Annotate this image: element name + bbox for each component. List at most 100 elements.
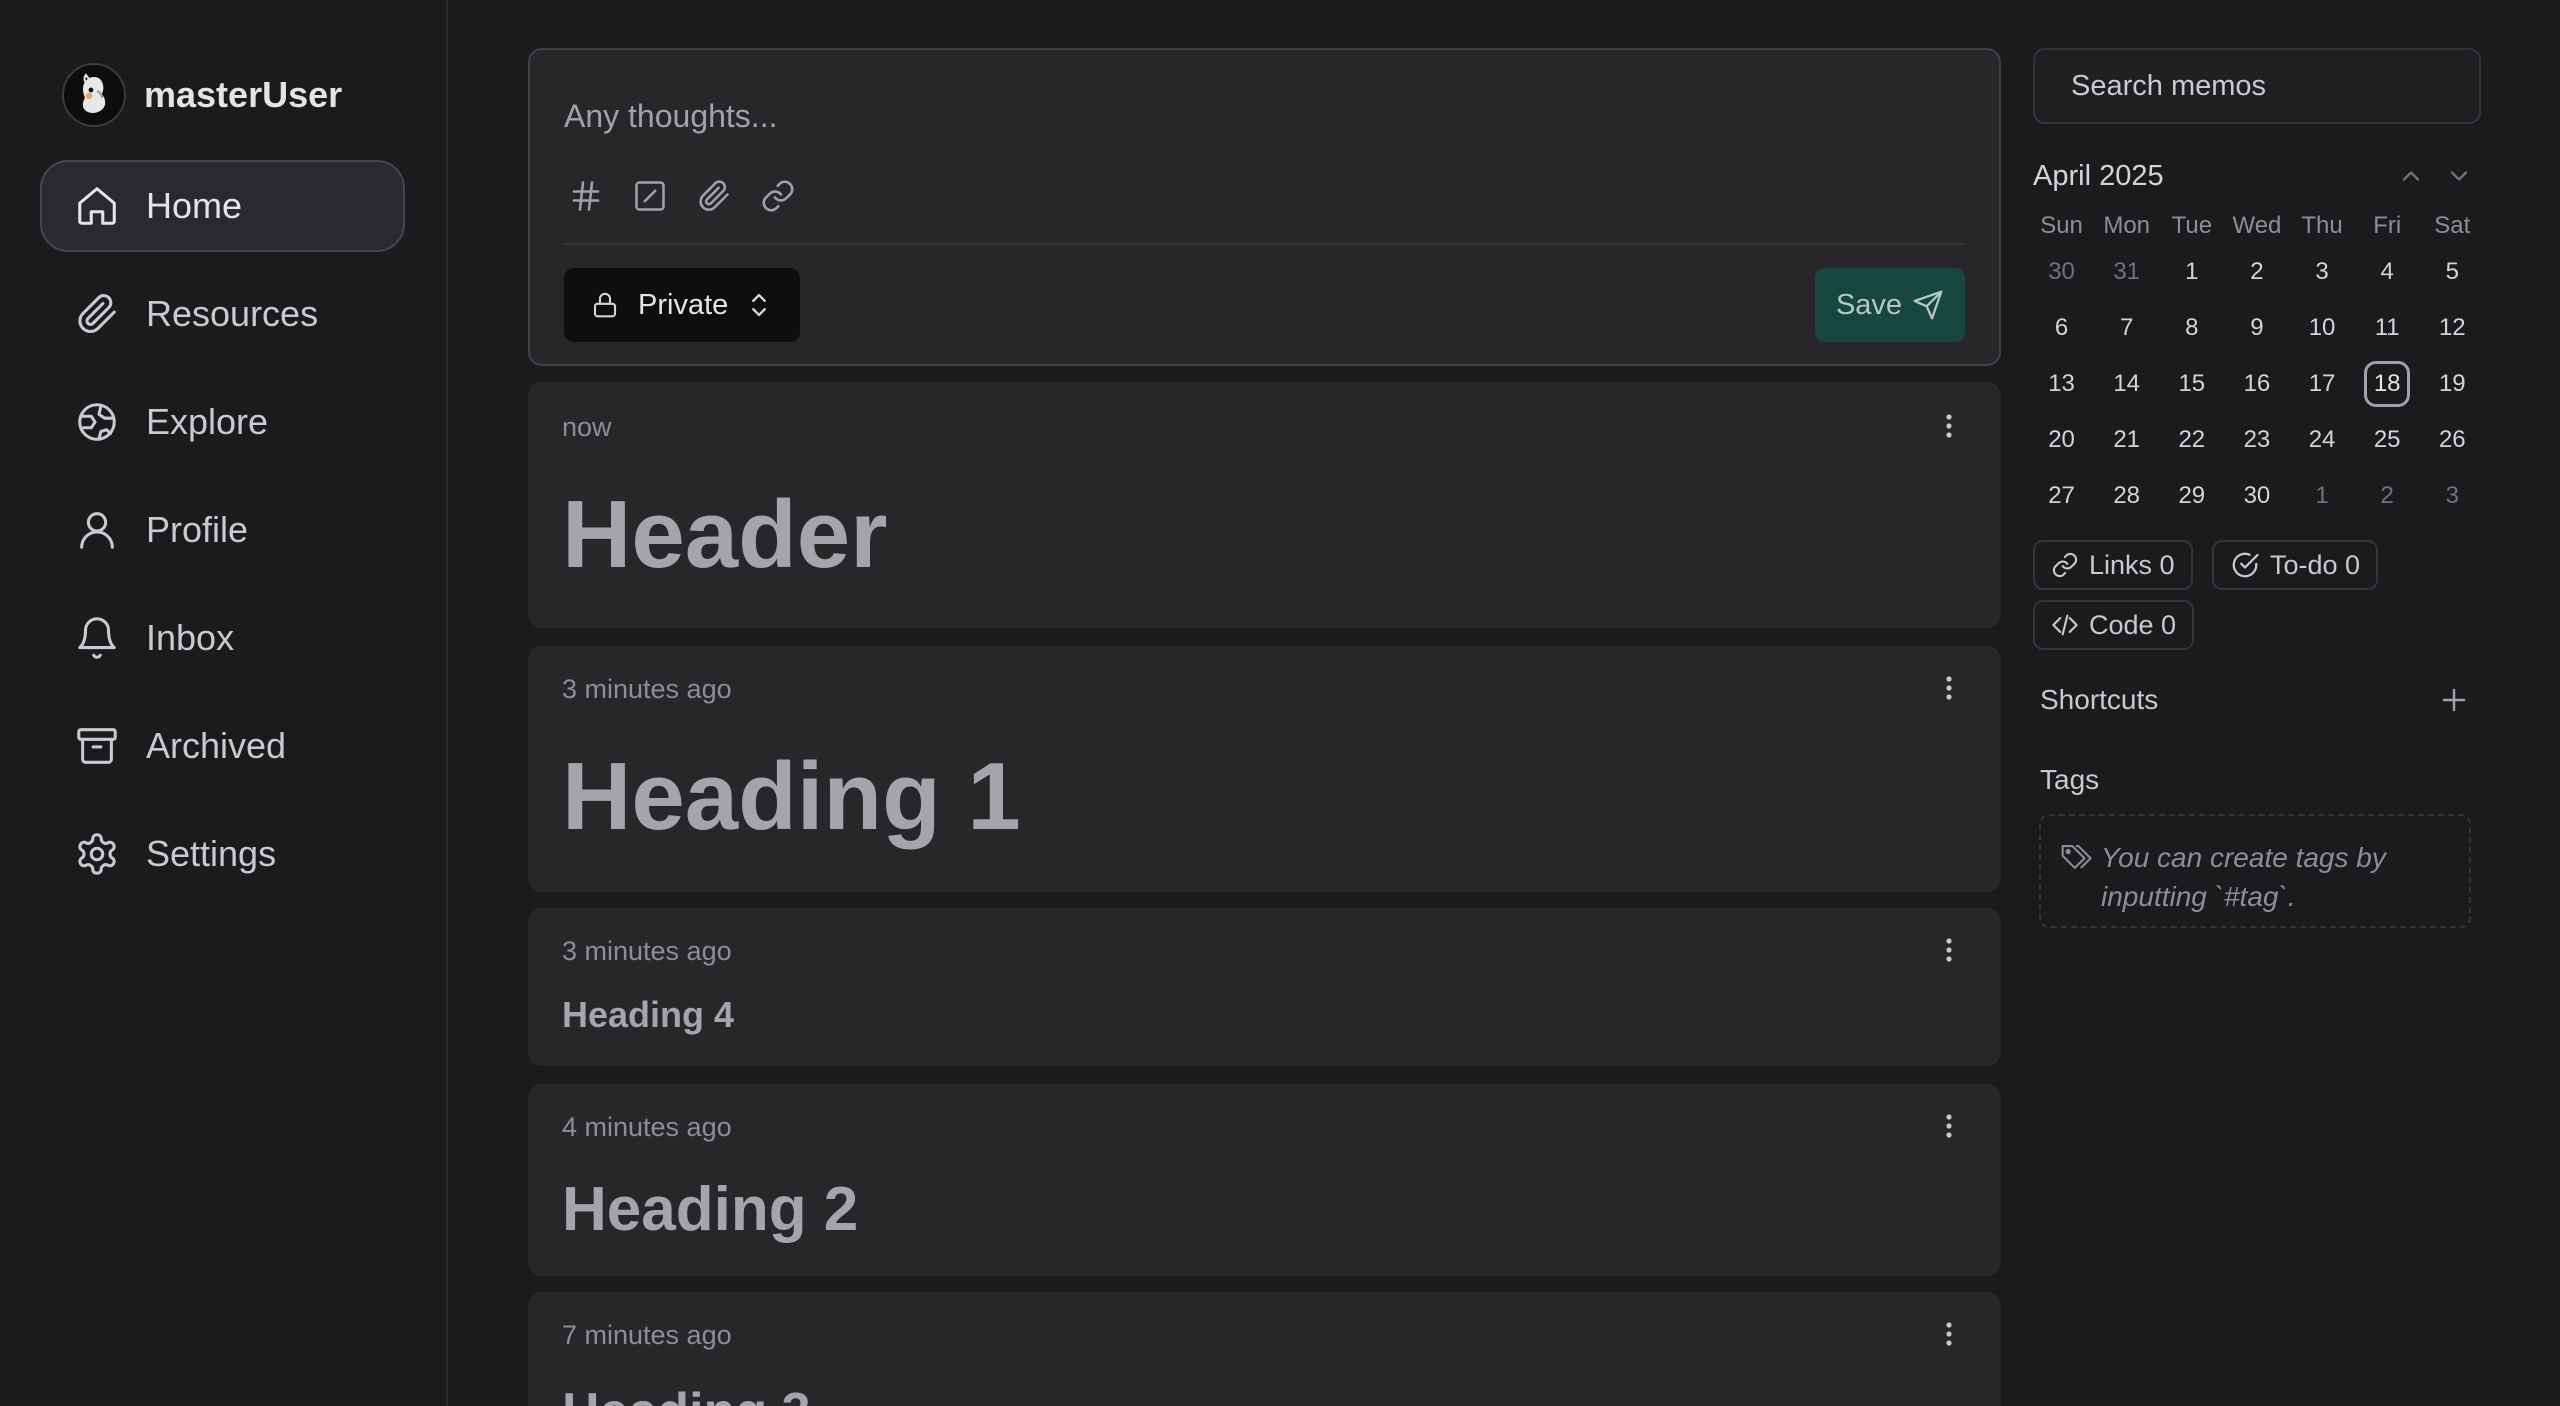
search-box xyxy=(2033,48,2481,124)
calendar-day-number: 12 xyxy=(2438,314,2466,341)
calendar-day[interactable]: 1 xyxy=(2290,468,2355,524)
calendar-day[interactable]: 9 xyxy=(2224,300,2289,356)
sidebar-item-settings[interactable]: Settings xyxy=(40,808,405,900)
search-input[interactable] xyxy=(2071,69,2448,103)
calendar-day[interactable]: 19 xyxy=(2420,356,2485,412)
calendar-day-number: 27 xyxy=(2048,482,2075,509)
calendar-day-number: 2 xyxy=(2380,482,2394,509)
visibility-label: Private xyxy=(638,288,729,321)
paperclip-icon[interactable] xyxy=(692,174,736,218)
save-button[interactable]: Save xyxy=(1815,268,1965,342)
calendar-day[interactable]: 21 xyxy=(2094,412,2159,468)
calendar-day-number: 11 xyxy=(2374,314,2400,341)
calendar-day[interactable]: 28 xyxy=(2094,468,2159,524)
username: masterUser xyxy=(144,74,343,115)
calendar-day-number: 29 xyxy=(2178,482,2206,509)
memo-card: 3 minutes ago Heading 1 xyxy=(528,646,2001,892)
calendar-day[interactable]: 12 xyxy=(2420,300,2485,356)
calendar-day[interactable]: 27 xyxy=(2029,468,2094,524)
plus-icon[interactable] xyxy=(2436,682,2472,718)
calendar-day[interactable]: 7 xyxy=(2094,300,2159,356)
hash-icon[interactable] xyxy=(564,174,608,218)
links-filter[interactable]: Links 0 xyxy=(2033,540,2193,590)
more-vertical-icon[interactable] xyxy=(1937,406,1961,446)
sidebar-item-resources[interactable]: Resources xyxy=(40,268,405,360)
calendar-day[interactable]: 4 xyxy=(2355,244,2420,300)
calendar-day[interactable]: 6 xyxy=(2029,300,2094,356)
calendar-day[interactable]: 2 xyxy=(2224,244,2289,300)
sidebar-item-label: Archived xyxy=(146,725,287,766)
more-vertical-icon[interactable] xyxy=(1937,1106,1961,1146)
tags-label: Tags xyxy=(2040,764,2100,795)
calendar-day[interactable]: 23 xyxy=(2224,412,2289,468)
weekday-label: Wed xyxy=(2232,212,2282,239)
calendar-day-number: 24 xyxy=(2308,426,2336,453)
calendar-day-number: 4 xyxy=(2380,258,2394,285)
editor-divider xyxy=(564,243,1965,245)
calendar-day[interactable]: 30 xyxy=(2029,244,2094,300)
check-circle-icon xyxy=(2232,552,2259,578)
calendar-day[interactable]: 8 xyxy=(2159,300,2224,356)
chevron-down-icon[interactable] xyxy=(2441,158,2477,194)
cockatiel-logo-icon xyxy=(82,73,106,113)
calendar-day-number: 21 xyxy=(2113,426,2141,453)
calendar-day[interactable]: 20 xyxy=(2029,412,2094,468)
weekday-label: Fri xyxy=(2373,212,2402,239)
calendar-day[interactable]: 31 xyxy=(2094,244,2159,300)
memo-input[interactable]: Any thoughts... xyxy=(564,98,777,135)
tags-icon xyxy=(2061,845,2092,869)
calendar-day[interactable]: 1 xyxy=(2159,244,2224,300)
user-icon xyxy=(80,512,114,549)
calendar-day[interactable]: 30 xyxy=(2224,468,2289,524)
calendar-day[interactable]: 3 xyxy=(2420,468,2485,524)
calendar-day[interactable]: 15 xyxy=(2159,356,2224,412)
calendar-day[interactable]: 13 xyxy=(2029,356,2094,412)
memo-heading: Heading 2 xyxy=(562,1175,859,1244)
calendar-day-number: 23 xyxy=(2243,426,2271,453)
memo-timestamp: 3 minutes ago xyxy=(562,936,732,966)
chevron-up-icon[interactable] xyxy=(2393,158,2429,194)
calendar-day-number: 15 xyxy=(2178,370,2206,397)
calendar-day[interactable]: 26 xyxy=(2420,412,2485,468)
calendar-day[interactable]: 16 xyxy=(2224,356,2289,412)
calendar-day[interactable]: 14 xyxy=(2094,356,2159,412)
more-vertical-icon[interactable] xyxy=(1937,930,1961,970)
weekday-label: Mon xyxy=(2103,212,2151,239)
calendar-day-number: 5 xyxy=(2445,258,2459,285)
weekday-label: Sun xyxy=(2040,212,2083,239)
user-profile[interactable]: masterUser xyxy=(62,62,342,128)
checkbox-icon[interactable] xyxy=(628,174,672,218)
link-icon[interactable] xyxy=(756,174,800,218)
calendar-day-number: 30 xyxy=(2048,258,2075,285)
more-vertical-icon[interactable] xyxy=(1937,1314,1961,1354)
calendar-day[interactable]: 22 xyxy=(2159,412,2224,468)
code-filter[interactable]: Code 0 xyxy=(2033,600,2195,650)
memo-heading: Heading 4 xyxy=(562,994,735,1035)
sidebar-item-label: Explore xyxy=(146,401,269,442)
calendar-day-today[interactable]: 18 xyxy=(2355,356,2420,412)
calendar-day-number: 6 xyxy=(2054,314,2069,341)
calendar-day[interactable]: 17 xyxy=(2290,356,2355,412)
visibility-select[interactable]: Private xyxy=(564,268,800,342)
calendar-day-number: 2 xyxy=(2250,258,2264,285)
calendar-day[interactable]: 11 xyxy=(2355,300,2420,356)
tags-hint-text: You can create tags by inputting `#tag`. xyxy=(2101,842,2386,912)
todo-filter[interactable]: To-do 0 xyxy=(2212,540,2379,590)
calendar-day-number: 7 xyxy=(2120,314,2134,341)
send-icon xyxy=(1913,290,1943,320)
sidebar-item-label: Settings xyxy=(146,833,277,874)
sidebar-item-explore[interactable]: Explore xyxy=(40,376,405,468)
calendar-day[interactable]: 5 xyxy=(2420,244,2485,300)
sidebar-item-inbox[interactable]: Inbox xyxy=(40,592,405,684)
calendar-day[interactable]: 3 xyxy=(2290,244,2355,300)
calendar-day[interactable]: 25 xyxy=(2355,412,2420,468)
sidebar-item-home[interactable]: Home xyxy=(40,160,405,252)
calendar-day[interactable]: 10 xyxy=(2290,300,2355,356)
calendar-day[interactable]: 2 xyxy=(2355,468,2420,524)
sidebar-item-archived[interactable]: Archived xyxy=(40,700,405,792)
calendar-day-number: 13 xyxy=(2048,370,2075,397)
calendar-day[interactable]: 29 xyxy=(2159,468,2224,524)
more-vertical-icon[interactable] xyxy=(1937,668,1961,708)
sidebar-item-profile[interactable]: Profile xyxy=(40,484,405,576)
calendar-day[interactable]: 24 xyxy=(2290,412,2355,468)
